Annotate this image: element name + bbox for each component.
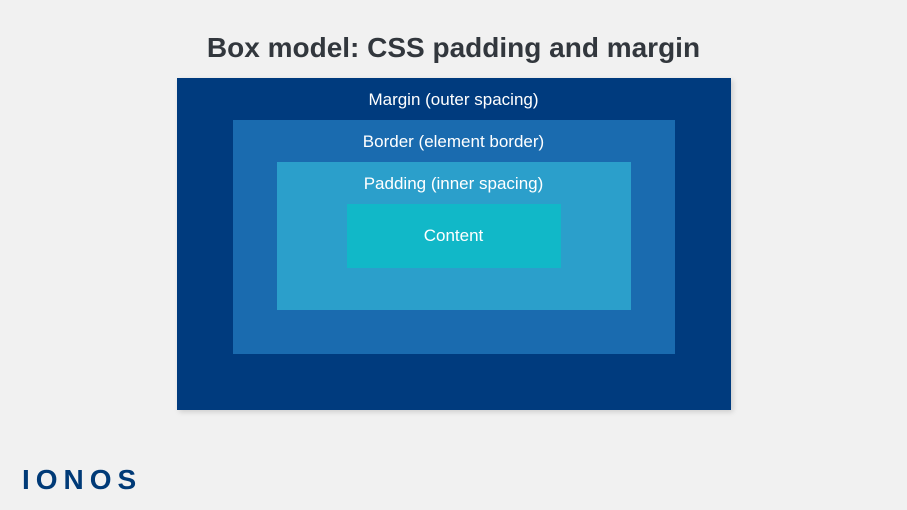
page-title: Box model: CSS padding and margin xyxy=(0,0,907,78)
content-label: Content xyxy=(347,226,561,246)
margin-layer: Margin (outer spacing) Border (element b… xyxy=(177,78,731,410)
brand-logo: IONOS xyxy=(22,464,142,496)
border-label: Border (element border) xyxy=(277,120,631,162)
padding-layer: Padding (inner spacing) Content xyxy=(277,162,631,310)
content-layer: Content xyxy=(347,204,561,268)
border-layer: Border (element border) Padding (inner s… xyxy=(233,120,675,354)
padding-label: Padding (inner spacing) xyxy=(347,162,561,204)
box-model-diagram: Margin (outer spacing) Border (element b… xyxy=(177,78,731,410)
margin-label: Margin (outer spacing) xyxy=(233,78,675,120)
